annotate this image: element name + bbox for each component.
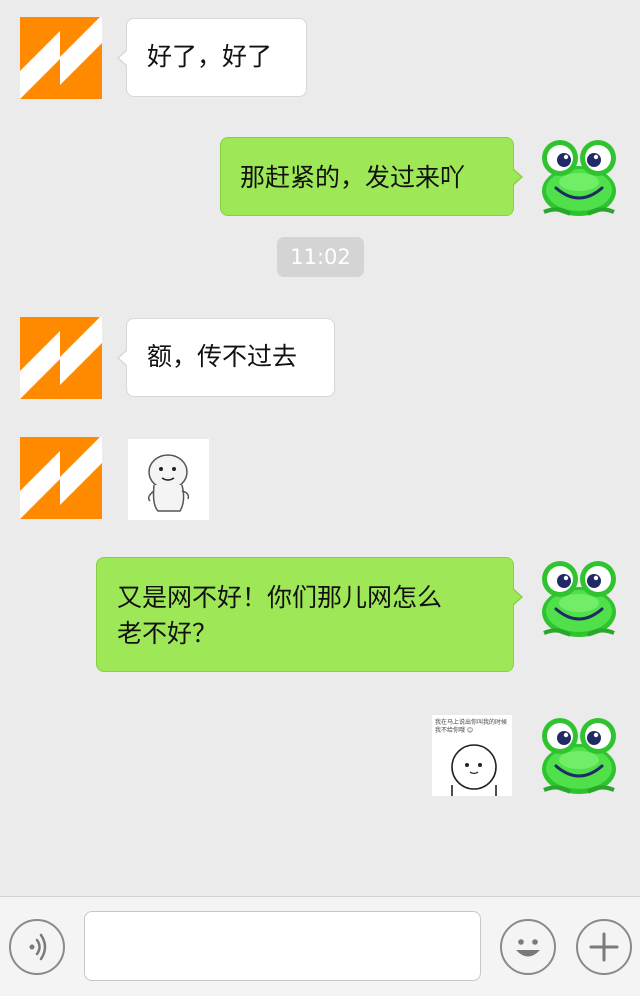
contact-avatar[interactable] bbox=[20, 317, 102, 399]
contact-avatar[interactable] bbox=[20, 17, 102, 99]
message-text-line: 又是网不好！你们那儿网怎么 bbox=[117, 583, 443, 612]
voice-button[interactable] bbox=[9, 919, 65, 975]
incoming-message-bubble[interactable]: 好了，好了 bbox=[117, 18, 307, 97]
emoji-button[interactable] bbox=[500, 919, 556, 975]
orange-z-logo-icon bbox=[20, 317, 102, 399]
plus-icon bbox=[589, 932, 619, 962]
voice-wave-icon bbox=[29, 933, 47, 961]
chat-input-bar bbox=[0, 896, 640, 996]
incoming-message-bubble[interactable]: 额，传不过去 bbox=[117, 318, 335, 397]
green-frog-icon bbox=[538, 136, 620, 218]
outgoing-message-bubble[interactable]: 又是网不好！你们那儿网怎么 老不好？ bbox=[96, 557, 523, 672]
timestamp-text: 11:02 bbox=[290, 245, 351, 269]
sticker-image[interactable] bbox=[128, 439, 209, 520]
user-avatar[interactable] bbox=[538, 714, 620, 796]
cartoon-face-icon bbox=[451, 744, 497, 796]
message-input[interactable] bbox=[84, 911, 481, 981]
contact-avatar[interactable] bbox=[20, 437, 102, 519]
orange-z-logo-icon bbox=[20, 437, 102, 519]
message-text: 好了，好了 bbox=[147, 42, 273, 71]
outgoing-message-bubble[interactable]: 那赶紧的，发过来吖 bbox=[220, 137, 523, 216]
orange-z-logo-icon bbox=[20, 17, 102, 99]
user-avatar[interactable] bbox=[538, 136, 620, 218]
green-frog-icon bbox=[538, 714, 620, 796]
cartoon-figure-icon bbox=[147, 454, 190, 512]
more-options-button[interactable] bbox=[576, 919, 632, 975]
user-avatar[interactable] bbox=[538, 557, 620, 639]
sticker-image[interactable]: 我在马上说出你叫我的时候我不给你哦 😊 bbox=[432, 715, 512, 796]
message-text-line: 老不好？ bbox=[117, 619, 218, 648]
green-frog-icon bbox=[538, 557, 620, 639]
smiley-face-icon bbox=[516, 939, 540, 957]
message-text: 那赶紧的，发过来吖 bbox=[240, 163, 466, 192]
message-text: 额，传不过去 bbox=[147, 342, 298, 371]
timestamp-badge: 11:02 bbox=[277, 237, 364, 277]
